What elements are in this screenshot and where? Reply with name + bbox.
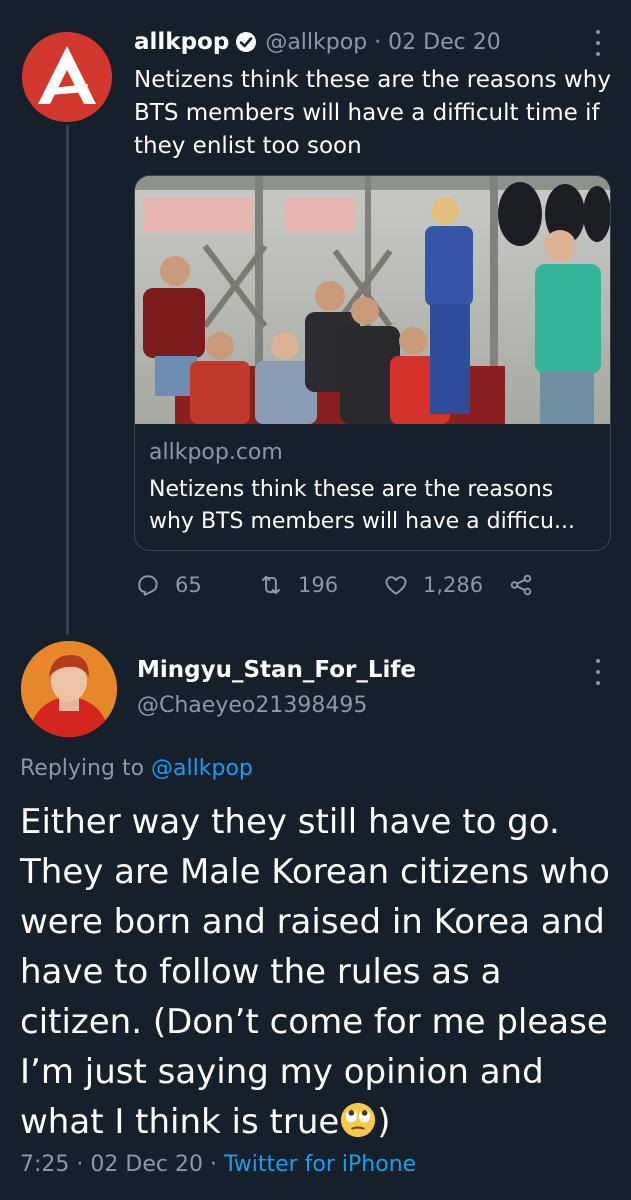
card-domain: allkpop.com (149, 440, 283, 465)
tweet-meta-line: 7:25 · 02 Dec 20 · Twitter for iPhone (20, 1152, 416, 1177)
reply-count: 65 (175, 573, 202, 597)
tweet-text: Netizens think these are the reasons why… (134, 67, 611, 159)
card-title: Netizens think these are the reasons why… (149, 477, 575, 534)
like-action[interactable]: 1,286 (383, 570, 483, 600)
reply-text-end: ) (377, 1102, 391, 1142)
reply-icon (138, 575, 158, 596)
meta-separator: · (209, 1152, 224, 1177)
user-avatar-image (21, 641, 117, 737)
reply-date[interactable]: 02 Dec 20 (90, 1152, 203, 1177)
tweet-author-name[interactable]: allkpop (134, 29, 229, 55)
link-preview-card[interactable]: allkpop.com Netizens think these are the… (134, 175, 611, 551)
separator-dot: · (374, 29, 382, 55)
retweet-count: 196 (298, 573, 339, 597)
share-action[interactable] (508, 570, 534, 600)
thread-connector-line (66, 125, 69, 635)
replying-to-handle-link[interactable]: @allkpop (151, 756, 253, 781)
tweet-header: allkpop @allkpop · 02 Dec 20 (134, 26, 501, 58)
replying-to-line: Replying to @allkpop (20, 756, 253, 781)
tweet-source-link[interactable]: Twitter for iPhone (224, 1152, 416, 1177)
meta-separator: · (76, 1152, 91, 1177)
reply-action[interactable]: 65 (135, 570, 202, 600)
allkpop-logo-icon (22, 32, 112, 122)
share-icon (510, 574, 532, 596)
verified-badge-icon (236, 32, 257, 52)
more-options-icon[interactable] (593, 30, 603, 56)
replying-to-label: Replying to (20, 756, 145, 781)
reply-author-name[interactable]: Mingyu_Stan_For_Life (137, 657, 416, 683)
heart-icon (385, 576, 407, 595)
reply-time[interactable]: 7:25 (20, 1152, 69, 1177)
reply-author-avatar[interactable] (21, 641, 117, 737)
reply-text-body: Either way they still have to go. They a… (20, 802, 610, 1142)
reply-more-options-icon[interactable] (593, 659, 603, 685)
like-count: 1,286 (423, 573, 484, 597)
reply-author-handle[interactable]: @Chaeyeo21398495 (137, 693, 367, 718)
rolling-eyes-emoji-icon (341, 1102, 376, 1138)
article-thumbnail-image (135, 176, 610, 424)
tweet-author-handle[interactable]: @allkpop (265, 30, 367, 55)
reply-text: Either way they still have to go. They a… (20, 797, 620, 1147)
tweet-date[interactable]: 02 Dec 20 (388, 30, 501, 55)
retweet-icon (261, 575, 281, 595)
retweet-action[interactable]: 196 (258, 570, 338, 600)
allkpop-avatar[interactable] (22, 32, 112, 122)
